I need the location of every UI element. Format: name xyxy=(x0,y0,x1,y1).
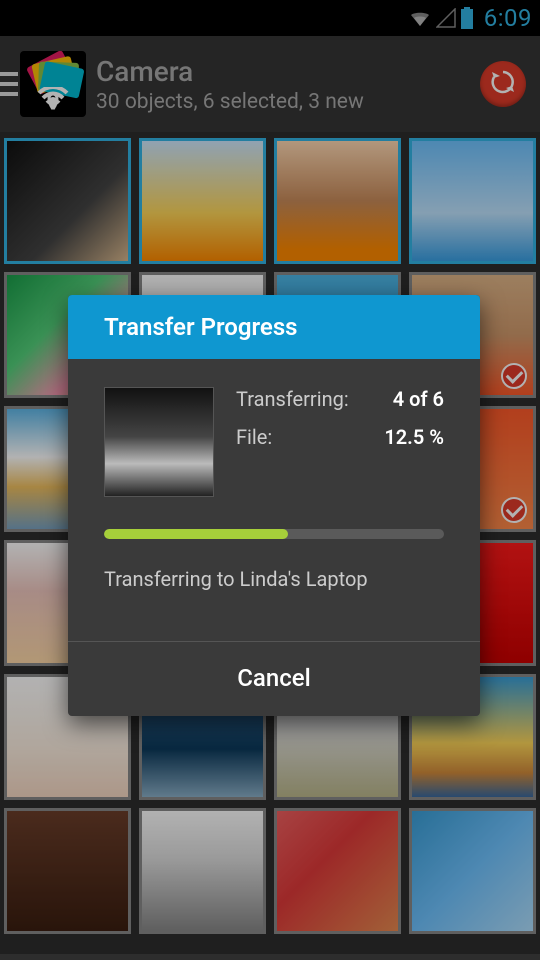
destination-text: Transferring to Linda's Laptop xyxy=(104,567,444,591)
dialog-title: Transfer Progress xyxy=(68,295,480,359)
current-file-thumbnail xyxy=(104,387,214,497)
dialog-body: Transferring: 4 of 6 File: 12.5 % Transf… xyxy=(68,359,480,609)
file-value: 12.5 % xyxy=(384,425,444,449)
file-label: File: xyxy=(236,425,272,449)
transferring-value: 4 of 6 xyxy=(393,387,444,411)
transfer-progress-dialog: Transfer Progress Transferring: 4 of 6 F… xyxy=(68,295,480,716)
cancel-button[interactable]: Cancel xyxy=(68,642,480,716)
progress-fill xyxy=(104,529,288,539)
nav-bar-edge xyxy=(0,954,540,960)
transferring-label: Transferring: xyxy=(236,387,349,411)
progress-bar xyxy=(104,529,444,539)
screen: 6:09 Camera 30 objects, 6 selected, 3 ne… xyxy=(0,0,540,960)
